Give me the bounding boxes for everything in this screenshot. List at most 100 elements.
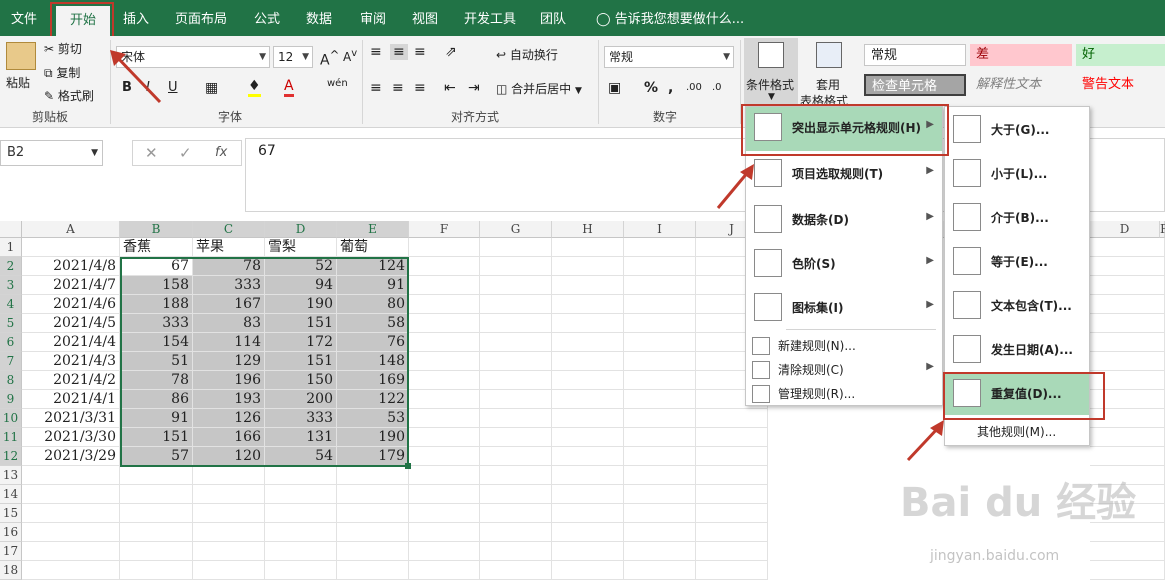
cut-button[interactable]: ✂ 剪切 [44,40,82,57]
cell[interactable]: 52 [265,257,337,276]
cell[interactable]: 91 [337,276,409,295]
cell[interactable] [624,390,696,409]
row-header[interactable]: 10 [0,409,22,428]
cell[interactable] [624,447,696,466]
highlight-rule-item[interactable]: 等于(E)... [945,241,1089,283]
cell[interactable] [1090,238,1165,257]
style-warning[interactable]: 警告文本 [1076,74,1165,96]
cell[interactable] [552,561,624,580]
cell[interactable]: 151 [265,352,337,371]
cell[interactable] [265,504,337,523]
cell[interactable] [409,257,480,276]
cell[interactable] [337,523,409,542]
row-header[interactable]: 11 [0,428,22,447]
cell[interactable]: 67 [120,257,193,276]
percent-button[interactable]: % [644,80,658,96]
tab-insert[interactable]: 插入 [115,0,157,36]
cell[interactable]: 2021/4/7 [22,276,120,295]
cell[interactable] [120,561,193,580]
cell[interactable] [193,523,265,542]
column-header-i[interactable]: I [624,221,696,238]
align-top-icon[interactable]: ≡ [370,44,382,60]
tab-view[interactable]: 视图 [404,0,446,36]
row-header[interactable]: 17 [0,542,22,561]
cell[interactable] [552,371,624,390]
cell[interactable]: 54 [265,447,337,466]
column-header-a[interactable]: A [22,221,120,238]
highlight-rule-item[interactable]: 文本包含(T)... [945,285,1089,327]
cell[interactable]: 76 [337,333,409,352]
orientation-icon[interactable]: ⇗ [445,44,457,60]
cell[interactable] [480,485,552,504]
cell[interactable]: 333 [120,314,193,333]
style-explanatory[interactable]: 解释性文本 [970,74,1072,96]
cell[interactable] [552,485,624,504]
cell[interactable]: 151 [265,314,337,333]
row-header[interactable]: 3 [0,276,22,295]
cell[interactable]: 172 [265,333,337,352]
tab-data[interactable]: 数据 [298,0,340,36]
cf-menu-item[interactable]: 图标集(I) ▶ [746,287,942,331]
cell[interactable]: 131 [265,428,337,447]
cell[interactable] [409,314,480,333]
paste-button[interactable]: 粘贴 [6,74,30,91]
highlight-rule-item[interactable]: 大于(G)... [945,109,1089,151]
cell[interactable]: 2021/4/5 [22,314,120,333]
cell[interactable] [624,485,696,504]
cell[interactable] [552,295,624,314]
cell[interactable] [624,409,696,428]
increase-font-icon[interactable]: A^ [320,48,339,69]
row-header[interactable]: 12 [0,447,22,466]
cell[interactable] [265,523,337,542]
align-center-icon[interactable]: ≡ [392,80,404,96]
style-bad[interactable]: 差 [970,44,1072,66]
cell[interactable] [120,504,193,523]
cell[interactable]: 78 [193,257,265,276]
cell[interactable] [624,542,696,561]
column-header-c[interactable]: C [193,221,265,238]
cell[interactable]: 166 [193,428,265,447]
align-bottom-icon[interactable]: ≡ [414,44,426,60]
cell[interactable] [337,561,409,580]
cell[interactable] [552,333,624,352]
cell[interactable] [409,295,480,314]
row-header[interactable]: 8 [0,371,22,390]
cell[interactable] [337,504,409,523]
cell[interactable] [409,371,480,390]
select-all-corner[interactable] [0,221,22,238]
column-header-d[interactable]: D [265,221,337,238]
conditional-formatting-button[interactable]: 条件格式 ▼ [744,38,798,104]
cell[interactable]: 2021/3/31 [22,409,120,428]
copy-button[interactable]: ⧉ 复制 [44,64,80,81]
style-check-cell[interactable]: 检查单元格 [864,74,966,96]
cell[interactable] [265,466,337,485]
cell[interactable] [409,466,480,485]
cell[interactable] [480,447,552,466]
cell[interactable] [696,561,768,580]
cell[interactable]: 167 [193,295,265,314]
tab-page-layout[interactable]: 页面布局 [170,0,232,36]
cell[interactable] [552,314,624,333]
cell[interactable] [480,314,552,333]
cell[interactable]: 葡萄 [337,238,409,257]
row-header[interactable]: 14 [0,485,22,504]
function-icon[interactable]: fx [215,145,227,160]
column-header-right[interactable]: F [1160,221,1165,238]
cell[interactable] [480,428,552,447]
cell[interactable]: 333 [265,409,337,428]
cell[interactable] [552,276,624,295]
cell[interactable] [120,466,193,485]
cell[interactable] [480,542,552,561]
cell[interactable] [409,523,480,542]
cell[interactable] [409,428,480,447]
column-header-e[interactable]: E [337,221,409,238]
decrease-font-icon[interactable]: Av [343,48,357,64]
row-header[interactable]: 1 [0,238,22,257]
row-header[interactable]: 4 [0,295,22,314]
cell[interactable] [480,371,552,390]
cell[interactable]: 120 [193,447,265,466]
cell[interactable] [409,352,480,371]
cell[interactable] [480,409,552,428]
cell[interactable] [1090,333,1165,352]
cell[interactable] [624,504,696,523]
